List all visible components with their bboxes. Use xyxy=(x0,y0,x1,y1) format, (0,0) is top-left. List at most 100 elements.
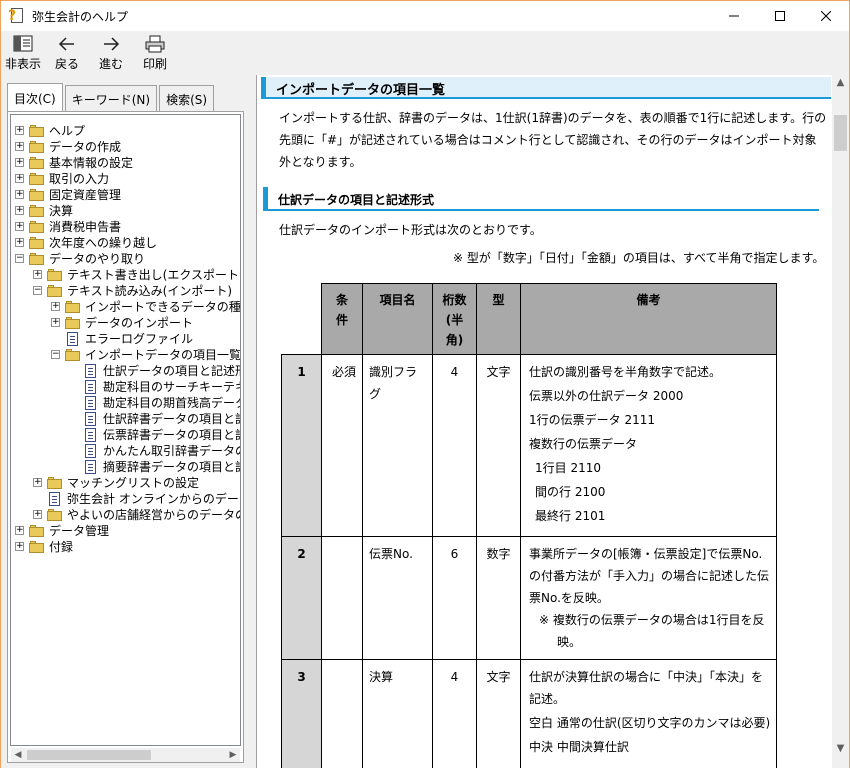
tree-item[interactable]: 摘要辞書データの項目と記述 xyxy=(11,459,240,475)
tree-item[interactable]: + 固定資産管理 xyxy=(11,187,240,203)
print-label: 印刷 xyxy=(142,57,167,71)
hide-button[interactable]: 非表示 xyxy=(1,31,45,75)
scroll-right-icon[interactable]: ▶ xyxy=(226,750,240,760)
header-condition: 条件 xyxy=(321,283,363,355)
minimize-icon xyxy=(729,15,739,17)
row-item-name: 決算 xyxy=(362,659,433,768)
expand-icon[interactable]: + xyxy=(33,270,42,279)
forward-button[interactable]: 進む xyxy=(89,31,133,75)
expand-icon[interactable]: + xyxy=(15,542,24,551)
expand-icon[interactable]: + xyxy=(15,158,24,167)
tree-item-label: 付録 xyxy=(49,540,74,554)
memo-line: 複数行の伝票データ xyxy=(529,437,638,451)
collapse-icon[interactable]: − xyxy=(51,350,60,359)
window-title: 弥生会計のヘルプ xyxy=(32,9,129,24)
row-digits: 6 xyxy=(432,536,477,660)
print-button[interactable]: 印刷 xyxy=(133,31,177,75)
scroll-down-icon[interactable]: ▼ xyxy=(832,743,849,754)
folder-icon xyxy=(29,525,45,537)
tree-item[interactable]: 勘定科目のサーチキーテキスト xyxy=(11,379,240,395)
expand-icon[interactable]: + xyxy=(15,142,24,151)
scroll-left-icon[interactable]: ◀ xyxy=(11,750,25,760)
tree-item[interactable]: + 付録 xyxy=(11,539,240,555)
tree-item-label: 次年度への繰り越し xyxy=(49,236,158,250)
section-heading: 仕訳データの項目と記述形式 xyxy=(263,187,819,211)
tree-item[interactable]: + データの作成 xyxy=(11,139,240,155)
expand-icon[interactable]: + xyxy=(15,526,24,535)
collapse-icon[interactable]: − xyxy=(33,286,42,295)
tree-item-label: やよいの店舗経営からのデータの xyxy=(67,508,241,522)
tree-item[interactable]: − インポートデータの項目一覧 xyxy=(11,347,240,363)
import-items-table: 条件 項目名 桁数(半角) 型 備考 1 必須 識別フラグ 4 文字 仕訳の識別… xyxy=(281,283,777,768)
tree-item[interactable]: 勘定科目の期首残高データ xyxy=(11,395,240,411)
tree-item[interactable]: + 次年度への繰り越し xyxy=(11,235,240,251)
topic-vertical-scrollbar[interactable]: ▲ ▼ xyxy=(832,75,849,768)
tree-item[interactable]: 仕訳データの項目と記述形式 xyxy=(11,363,240,379)
tree-item[interactable]: + テキスト書き出し(エクスポート) xyxy=(11,267,240,283)
memo-line: 仕訳が決算仕訳の場合に「中決」「本決」を記述。 xyxy=(529,670,764,706)
page-icon xyxy=(85,428,96,442)
header-blank xyxy=(281,283,322,355)
forward-arrow-icon xyxy=(102,35,120,53)
expand-icon[interactable]: + xyxy=(15,126,24,135)
tree-item[interactable]: 弥生会計 オンラインからのデータ xyxy=(11,491,240,507)
tab-search[interactable]: 検索(S) xyxy=(159,85,215,111)
expand-icon[interactable]: + xyxy=(15,174,24,183)
back-button[interactable]: 戻る xyxy=(45,31,89,75)
memo-line: 1行目 2110 xyxy=(535,461,601,475)
scroll-up-icon[interactable]: ▲ xyxy=(832,77,849,88)
expand-icon[interactable]: + xyxy=(33,478,42,487)
open-folder-icon xyxy=(29,253,45,265)
tree-item[interactable]: + データのインポート xyxy=(11,315,240,331)
expand-icon[interactable]: + xyxy=(15,238,24,247)
memo-line: 間の行 2100 xyxy=(535,485,606,499)
expand-icon[interactable]: + xyxy=(51,302,60,311)
tree-item[interactable]: + 決算 xyxy=(11,203,240,219)
contents-panel: + ヘルプ + データの作成 + 基本情報の設定 + 取引の入力 + 固定資産管理 + 決算 + 消費税申… xyxy=(7,111,244,763)
tree-item-label: 弥生会計 オンラインからのデータ xyxy=(67,492,241,506)
memo-line: 仕訳の識別番号を半角数字で記述。 xyxy=(529,365,722,379)
folder-icon xyxy=(29,541,45,553)
page-icon xyxy=(85,412,96,426)
tab-keyword[interactable]: キーワード(N) xyxy=(64,85,158,111)
expand-icon[interactable]: + xyxy=(15,190,24,199)
tree-item[interactable]: + インポートできるデータの種類 xyxy=(11,299,240,315)
expand-icon[interactable]: + xyxy=(33,510,42,519)
expand-icon[interactable]: + xyxy=(15,206,24,215)
minimize-button[interactable] xyxy=(711,1,757,31)
expand-icon[interactable]: + xyxy=(51,318,60,327)
tree-item[interactable]: 仕訳辞書データの項目と記述 xyxy=(11,411,240,427)
tree-item[interactable]: エラーログファイル xyxy=(11,331,240,347)
tree-item[interactable]: − データのやり取り xyxy=(11,251,240,267)
tree-item[interactable]: + 取引の入力 xyxy=(11,171,240,187)
tree-item[interactable]: + データ管理 xyxy=(11,523,240,539)
tree-item-label: 取引の入力 xyxy=(49,172,110,186)
collapse-icon[interactable]: − xyxy=(15,254,24,263)
tree-item[interactable]: + ヘルプ xyxy=(11,123,240,139)
page-icon xyxy=(49,492,60,506)
back-label: 戻る xyxy=(54,57,79,71)
tab-contents[interactable]: 目次(C) xyxy=(7,83,63,113)
row-digits: 4 xyxy=(432,354,477,537)
maximize-button[interactable] xyxy=(757,1,803,31)
tree-item[interactable]: + 消費税申告書 xyxy=(11,219,240,235)
memo-line: 空白 通常の仕訳(区切り文字のカンマは必要) xyxy=(529,716,771,730)
table-row: 3 決算 4 文字 仕訳が決算仕訳の場合に「中決」「本決」を記述。 空白 通常の… xyxy=(281,659,777,768)
printer-icon xyxy=(144,35,166,53)
close-button[interactable] xyxy=(803,1,849,31)
topic-scroll-thumb[interactable] xyxy=(834,115,847,151)
tree-item-label: 伝票辞書データの項目と記述 xyxy=(103,428,240,442)
tree-item[interactable]: + 基本情報の設定 xyxy=(11,155,240,171)
tree-item[interactable]: + やよいの店舗経営からのデータの xyxy=(11,507,240,523)
scroll-thumb[interactable] xyxy=(27,750,151,760)
tree-item[interactable]: + マッチングリストの設定 xyxy=(11,475,240,491)
tree-item[interactable]: かんたん取引辞書データの項目 xyxy=(11,443,240,459)
folder-icon xyxy=(47,477,63,489)
tree-item[interactable]: 伝票辞書データの項目と記述 xyxy=(11,427,240,443)
tree-horizontal-scrollbar[interactable]: ◀ ▶ xyxy=(11,748,240,762)
tree-item[interactable]: − テキスト読み込み(インポート) xyxy=(11,283,240,299)
table-row: 2 伝票No. 6 数字 事業所データの[帳簿・伝票設定]で伝票No.の付番方法… xyxy=(281,536,777,660)
expand-icon[interactable]: + xyxy=(15,222,24,231)
navigation-pane: 目次(C) キーワード(N) 検索(S) + ヘルプ + データの作成 + 基本情報の設定… xyxy=(1,75,250,768)
title-bar: ? 弥生会計のヘルプ xyxy=(1,1,849,31)
